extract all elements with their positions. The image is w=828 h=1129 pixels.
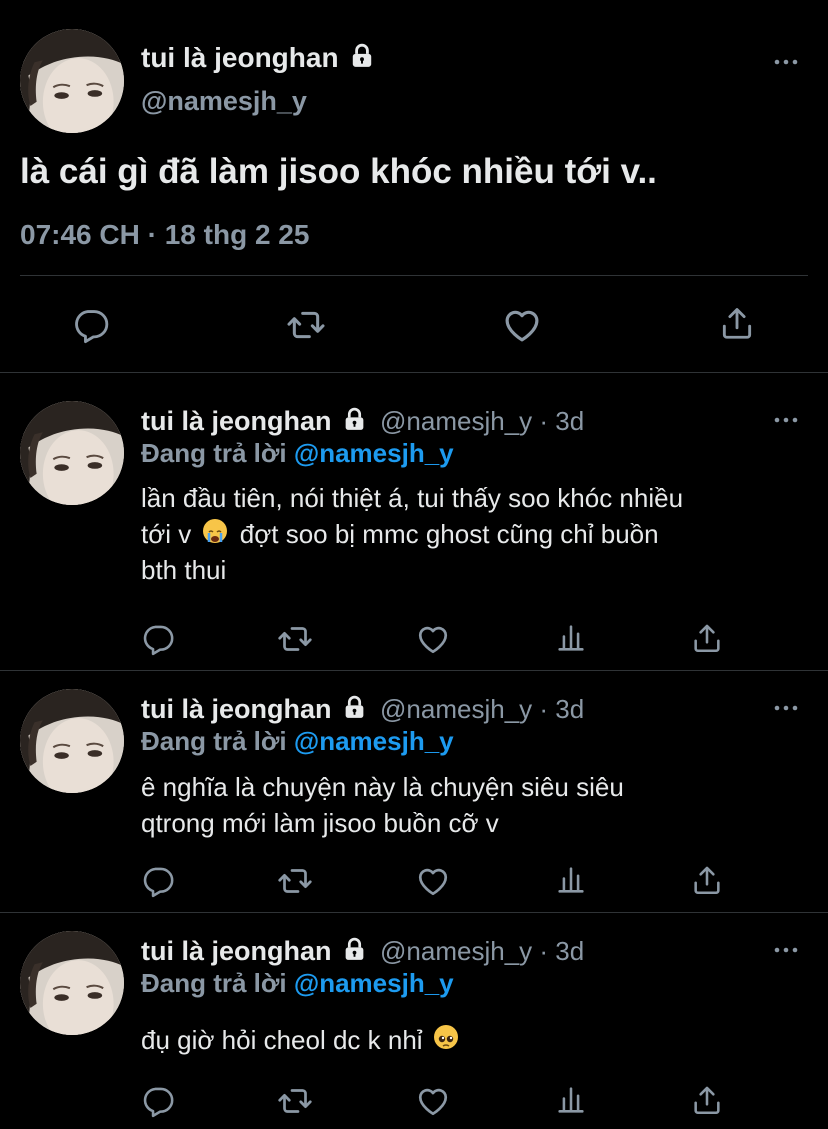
mention-link[interactable]: @namesjh_y — [294, 726, 454, 756]
share-icon[interactable] — [690, 863, 724, 897]
handle-and-time[interactable]: @namesjh_y · 3d — [380, 406, 584, 436]
tweet-text: là cái gì đã làm jisoo khóc nhiều tới v.… — [20, 152, 657, 191]
analytics-icon[interactable] — [554, 1083, 588, 1117]
handle-and-time[interactable]: @namesjh_y · 3d — [380, 936, 584, 966]
reply-text: lần đầu tiên, nói thiệt á, tui thấy soo … — [141, 480, 811, 588]
text-line: qtrong mới làm jisoo buồn cỡ v — [141, 808, 499, 838]
like-icon[interactable] — [415, 863, 451, 899]
more-icon[interactable] — [774, 704, 798, 712]
retweet-icon[interactable] — [277, 1083, 313, 1119]
replying-to-label: Đang trả lời — [141, 438, 287, 468]
like-icon[interactable] — [415, 621, 451, 657]
display-name[interactable]: tui là jeonghan — [141, 42, 375, 74]
share-icon[interactable] — [690, 621, 724, 655]
avatar-photo — [20, 401, 124, 505]
divider — [20, 275, 808, 276]
text-segment: tới v — [141, 519, 192, 549]
more-icon[interactable] — [774, 416, 798, 424]
more-icon[interactable] — [774, 946, 798, 954]
mention-link[interactable]: @namesjh_y — [294, 968, 454, 998]
reply-icon[interactable] — [141, 864, 175, 898]
replying-to: Đang trả lời @namesjh_y — [141, 438, 454, 469]
handle-and-time[interactable]: @namesjh_y · 3d — [380, 694, 584, 724]
like-icon[interactable] — [501, 304, 543, 346]
avatar-photo — [20, 931, 124, 1035]
reply-header: tui là jeonghan @namesjh_y · 3d — [141, 406, 584, 437]
reply-text: ê nghĩa là chuyện này là chuyện siêu siê… — [141, 769, 811, 841]
crying-emoji-icon — [202, 519, 227, 543]
lock-icon — [342, 937, 367, 962]
lock-icon — [342, 407, 367, 432]
reply-header: tui là jeonghan @namesjh_y · 3d — [141, 694, 584, 725]
display-name[interactable]: tui là jeonghan — [141, 406, 332, 436]
text-line: bth thui — [141, 555, 227, 585]
divider — [0, 670, 828, 671]
lock-icon — [349, 43, 375, 69]
text-segment: đụ giờ hỏi cheol dc k nhỉ — [141, 1025, 423, 1055]
display-name[interactable]: tui là jeonghan — [141, 694, 332, 724]
reply-icon[interactable] — [141, 622, 175, 656]
analytics-icon[interactable] — [554, 863, 588, 897]
replying-to-label: Đang trả lời — [141, 968, 287, 998]
reply-text: đụ giờ hỏi cheol dc k nhỉ — [141, 1022, 811, 1058]
more-icon[interactable] — [774, 58, 798, 66]
reply-header: tui là jeonghan @namesjh_y · 3d — [141, 936, 584, 967]
share-icon[interactable] — [718, 304, 756, 342]
analytics-icon[interactable] — [554, 621, 588, 655]
replying-to: Đang trả lời @namesjh_y — [141, 968, 454, 999]
avatar[interactable] — [20, 29, 124, 133]
divider — [0, 372, 828, 373]
reply-icon[interactable] — [72, 306, 110, 344]
avatar[interactable] — [20, 931, 124, 1035]
pleading-emoji-icon — [433, 1025, 458, 1049]
replying-to: Đang trả lời @namesjh_y — [141, 726, 454, 757]
text-segment: đợt soo bị mmc ghost cũng chỉ buồn — [239, 519, 659, 549]
avatar-photo — [20, 689, 124, 793]
retweet-icon[interactable] — [277, 621, 313, 657]
share-icon[interactable] — [690, 1083, 724, 1117]
display-name[interactable]: tui là jeonghan — [141, 936, 332, 966]
text-line: ê nghĩa là chuyện này là chuyện siêu siê… — [141, 772, 624, 802]
avatar[interactable] — [20, 401, 124, 505]
retweet-icon[interactable] — [277, 863, 313, 899]
text-line: tới v đợt soo bị mmc ghost cũng chỉ buồn — [141, 516, 811, 552]
mention-link[interactable]: @namesjh_y — [294, 438, 454, 468]
timestamp[interactable]: 07:46 CH · 18 thg 2 25 — [20, 219, 309, 251]
retweet-icon[interactable] — [285, 305, 327, 345]
replying-to-label: Đang trả lời — [141, 726, 287, 756]
like-icon[interactable] — [415, 1083, 451, 1119]
display-name-text: tui là jeonghan — [141, 42, 339, 73]
avatar[interactable] — [20, 689, 124, 793]
divider — [0, 912, 828, 913]
avatar-photo — [20, 29, 124, 133]
text-line: lần đầu tiên, nói thiệt á, tui thấy soo … — [141, 483, 684, 513]
handle[interactable]: @namesjh_y — [141, 86, 307, 117]
lock-icon — [342, 695, 367, 720]
reply-icon[interactable] — [141, 1084, 175, 1118]
